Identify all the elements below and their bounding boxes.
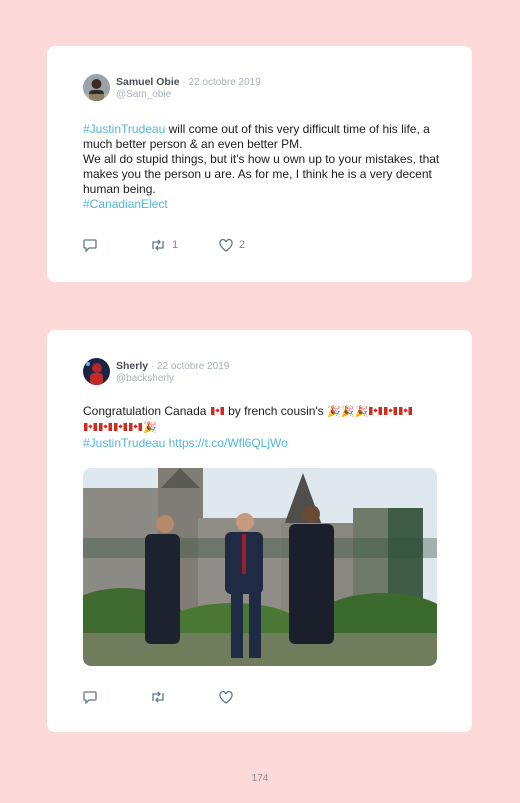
hashtag-link[interactable]: #JustinTrudeau [83, 122, 165, 136]
tweet-date: · 22 octobre 2019 [148, 361, 230, 372]
retweet-button[interactable]: 1 [150, 237, 178, 253]
reply-icon [83, 691, 97, 704]
retweet-icon [152, 691, 164, 703]
hashtag-link[interactable]: #JustinTrudeau [83, 436, 165, 450]
canada-flag-icon [399, 407, 413, 415]
canada-flag-icon [210, 407, 224, 415]
hashtag-link[interactable]: #CanadianElect [83, 197, 168, 211]
party-popper-icon: 🎉🎉🎉 [327, 406, 369, 418]
like-button[interactable]: 2 [219, 237, 245, 253]
canada-flag-icon [99, 423, 112, 431]
like-button[interactable] [219, 689, 233, 705]
tweet-actions: 1 2 [83, 237, 283, 253]
retweet-icon [152, 239, 164, 251]
tweet-date: · 22 octobre 2019 [179, 77, 261, 88]
user-name[interactable]: Sherly · 22 octobre 2019 [116, 360, 229, 372]
canada-flag-icon [84, 423, 97, 431]
avatar[interactable] [83, 358, 110, 385]
avatar[interactable] [83, 74, 110, 101]
like-count: 2 [239, 239, 246, 251]
heart-icon [219, 238, 233, 252]
tweet-card: Samuel Obie · 22 octobre 2019 @Sam_obie … [47, 46, 472, 282]
tweet-text: Congratulation Canada by french cousin's… [83, 404, 443, 451]
tweet-actions [83, 689, 283, 705]
party-popper-icon: 🎉 [143, 422, 157, 434]
retweet-button[interactable] [150, 689, 166, 705]
canada-flag-icon [369, 407, 383, 415]
user-handle[interactable]: @backsherly [116, 373, 174, 384]
tweet-photo[interactable] [83, 468, 437, 666]
canada-flag-icon [384, 407, 398, 415]
tweet-card: Sherly · 22 octobre 2019 @backsherly Con… [47, 330, 472, 732]
retweet-count: 1 [172, 239, 179, 251]
user-handle[interactable]: @Sam_obie [116, 89, 171, 100]
reply-button[interactable] [83, 689, 97, 705]
page-number: 174 [251, 773, 269, 784]
tweet-text: #JustinTrudeau will come out of this ver… [83, 122, 440, 211]
canada-flag-icon [129, 423, 142, 431]
reply-icon [83, 239, 97, 252]
tweet-link[interactable]: https://t.co/Wfl6QLjWo [169, 436, 288, 450]
user-name[interactable]: Samuel Obie · 22 octobre 2019 [116, 76, 261, 88]
reply-button[interactable] [83, 237, 97, 253]
heart-icon [219, 690, 233, 704]
canada-flag-icon [114, 423, 127, 431]
